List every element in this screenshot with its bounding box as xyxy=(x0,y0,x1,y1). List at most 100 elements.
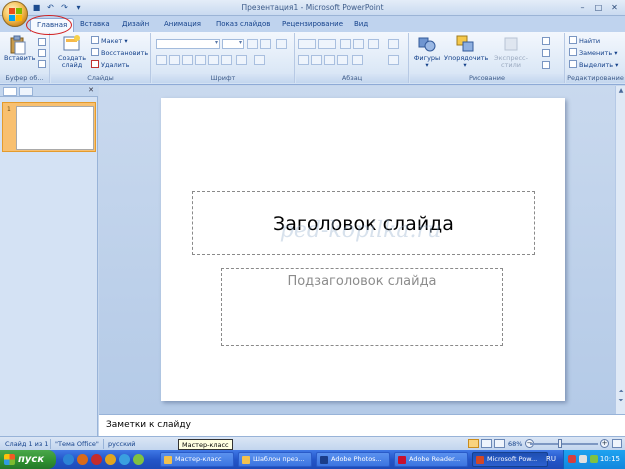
slide-counter: Слайд 1 из 1 xyxy=(5,440,49,448)
language-indicator[interactable]: русский xyxy=(108,440,136,448)
strikethrough-button[interactable] xyxy=(195,55,206,65)
find-button[interactable]: Найти xyxy=(569,36,600,46)
ie-icon[interactable] xyxy=(63,454,74,465)
pane-close-icon[interactable]: ✕ xyxy=(88,86,94,94)
keyboard-language[interactable]: RU xyxy=(546,455,556,463)
increase-indent-button[interactable] xyxy=(353,39,364,49)
shadow-button[interactable] xyxy=(208,55,219,65)
shapes-button[interactable]: Фигуры ▾ xyxy=(412,35,442,69)
folder-icon[interactable] xyxy=(133,454,144,465)
tab-design[interactable]: Дизайн xyxy=(122,18,149,32)
tab-animation[interactable]: Анимация xyxy=(164,18,201,32)
clipboard-group: Вставить Буфер об... xyxy=(0,33,50,83)
slide-sorter-button[interactable] xyxy=(481,439,492,448)
minimize-icon[interactable]: – xyxy=(576,2,589,13)
vertical-scrollbar[interactable]: ▲ ⏶ ⏷ xyxy=(615,86,625,414)
new-slide-button[interactable]: Создать слайд xyxy=(57,35,87,69)
tray-network-icon[interactable] xyxy=(579,455,587,463)
zoom-in-button[interactable]: + xyxy=(600,439,609,448)
zoom-slider-thumb[interactable] xyxy=(558,439,562,448)
opera-icon[interactable] xyxy=(91,454,102,465)
taskbar-button-reader[interactable]: Adobe Reader... xyxy=(394,452,468,467)
tab-view[interactable]: Вид xyxy=(354,18,368,32)
reset-icon xyxy=(91,48,99,56)
skype-icon[interactable] xyxy=(119,454,130,465)
media-icon[interactable] xyxy=(105,454,116,465)
shrink-font-button[interactable] xyxy=(260,39,271,49)
shape-fill-icon[interactable] xyxy=(542,37,550,45)
prev-slide-icon[interactable]: ⏶ xyxy=(616,387,625,396)
drawing-group: Фигуры ▾ Упорядочить ▾ Экспресс-стили Ри… xyxy=(410,33,565,83)
fit-slide-button[interactable] xyxy=(612,439,622,448)
numbering-button[interactable] xyxy=(318,39,336,49)
paste-icon xyxy=(9,35,27,55)
slides-group: Создать слайд Макет ▾ Восстановить Удали… xyxy=(51,33,151,83)
underline-button[interactable] xyxy=(182,55,193,65)
font-size-combo[interactable] xyxy=(222,39,244,49)
align-left-button[interactable] xyxy=(298,55,309,65)
next-slide-icon[interactable]: ⏷ xyxy=(616,396,625,405)
start-button[interactable]: пуск xyxy=(0,450,56,469)
cut-icon[interactable] xyxy=(38,38,46,46)
bold-button[interactable] xyxy=(156,55,167,65)
taskbar: пуск Мастер-класс Шаблон през... Adobe P… xyxy=(0,450,625,469)
normal-view-button[interactable] xyxy=(468,439,479,448)
align-center-button[interactable] xyxy=(311,55,322,65)
paste-button[interactable]: Вставить xyxy=(4,35,35,62)
tab-slide-show[interactable]: Показ слайдов xyxy=(216,18,270,32)
tray-antivirus-icon[interactable] xyxy=(568,455,576,463)
font-color-button[interactable] xyxy=(254,55,265,65)
shape-outline-icon[interactable] xyxy=(542,49,550,57)
change-case-button[interactable] xyxy=(236,55,247,65)
reset-button[interactable]: Восстановить xyxy=(91,48,148,58)
tray-volume-icon[interactable] xyxy=(590,455,598,463)
subtitle-placeholder[interactable]: Подзаголовок слайда xyxy=(221,268,503,346)
zoom-slider-track[interactable] xyxy=(530,443,598,445)
office-button[interactable] xyxy=(2,1,28,27)
bullets-button[interactable] xyxy=(298,39,316,49)
firefox-icon[interactable] xyxy=(77,454,88,465)
outline-tab[interactable] xyxy=(19,87,33,96)
shape-effects-icon[interactable] xyxy=(542,61,550,69)
clear-formatting-button[interactable] xyxy=(276,39,287,49)
copy-icon[interactable] xyxy=(38,49,46,57)
decrease-indent-button[interactable] xyxy=(340,39,351,49)
taskbar-button-template[interactable]: Шаблон през... xyxy=(238,452,312,467)
theme-name: "Тема Office" xyxy=(55,440,99,448)
align-text-button[interactable] xyxy=(388,55,399,65)
columns-button[interactable] xyxy=(352,55,363,65)
notes-pane[interactable]: Заметки к слайду xyxy=(99,414,625,436)
arrange-button[interactable]: Упорядочить ▾ xyxy=(444,35,488,69)
taskbar-button-master-class[interactable]: Мастер-класс xyxy=(160,452,234,467)
select-button[interactable]: Выделить ▾ xyxy=(569,60,618,70)
line-spacing-button[interactable] xyxy=(368,39,379,49)
slide-canvas[interactable]: Заголовок слайда Подзаголовок слайда ped… xyxy=(161,98,565,401)
format-painter-icon[interactable] xyxy=(38,60,46,68)
scroll-up-icon[interactable]: ▲ xyxy=(616,86,625,95)
taskbar-button-photoshop[interactable]: Adobe Photos... xyxy=(316,452,390,467)
justify-button[interactable] xyxy=(337,55,348,65)
font-group-label: Шрифт xyxy=(152,74,294,83)
tab-review[interactable]: Рецензирование xyxy=(282,18,343,32)
zoom-level[interactable]: 68% xyxy=(508,440,522,448)
title-placeholder[interactable]: Заголовок слайда xyxy=(192,191,535,255)
close-icon[interactable]: ✕ xyxy=(608,2,621,13)
italic-button[interactable] xyxy=(169,55,180,65)
grow-font-button[interactable] xyxy=(247,39,258,49)
taskbar-button-powerpoint[interactable]: Microsoft Pow... xyxy=(472,452,548,467)
notes-placeholder: Заметки к слайду xyxy=(106,420,191,430)
align-right-button[interactable] xyxy=(324,55,335,65)
replace-button[interactable]: Заменить ▾ xyxy=(569,48,618,58)
tab-insert[interactable]: Вставка xyxy=(80,18,110,32)
text-direction-button[interactable] xyxy=(388,39,399,49)
font-name-combo[interactable] xyxy=(156,39,220,49)
quick-styles-button[interactable]: Экспресс-стили xyxy=(486,35,536,69)
system-tray: RU 10:15 xyxy=(546,450,625,469)
slide-thumbnail-1[interactable]: 1 xyxy=(2,102,96,152)
delete-slide-button[interactable]: Удалить xyxy=(91,60,129,70)
maximize-icon[interactable]: □ xyxy=(592,2,605,13)
slides-tab[interactable] xyxy=(3,87,17,96)
slide-show-button[interactable] xyxy=(494,439,505,448)
char-spacing-button[interactable] xyxy=(221,55,232,65)
layout-button[interactable]: Макет ▾ xyxy=(91,36,128,46)
